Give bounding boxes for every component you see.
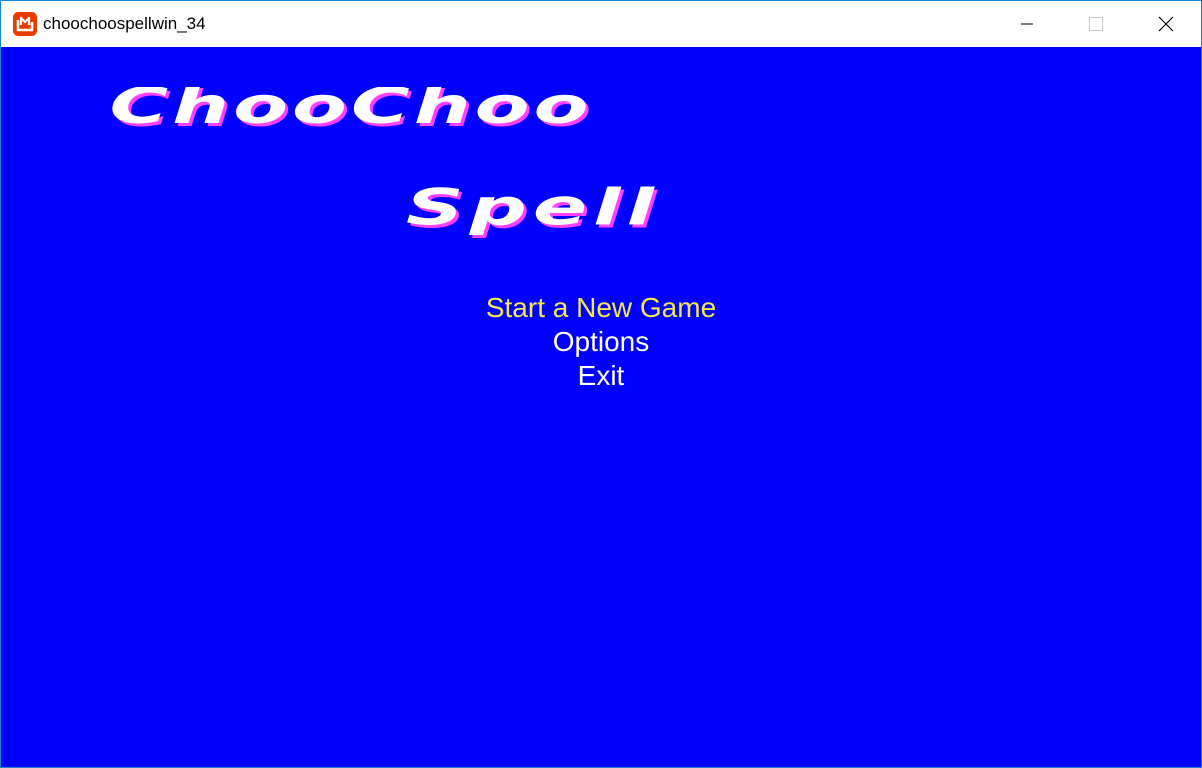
menu-item-start-new-game[interactable]: Start a New Game bbox=[1, 291, 1201, 325]
maximize-icon bbox=[1089, 17, 1103, 31]
monogame-icon bbox=[13, 12, 37, 36]
menu-item-exit[interactable]: Exit bbox=[1, 359, 1201, 393]
menu-item-options[interactable]: Options bbox=[1, 325, 1201, 359]
logo-line2-face: Spell bbox=[406, 178, 660, 236]
maximize-button[interactable] bbox=[1073, 1, 1119, 47]
game-canvas[interactable]: ChooChoo ChooChoo Spell Spell Start a Ne… bbox=[1, 47, 1201, 767]
app-window: choochoospellwin_34 ChooChoo ChooChoo Sp… bbox=[0, 0, 1202, 768]
minimize-icon bbox=[1021, 23, 1033, 25]
close-icon bbox=[1158, 16, 1174, 32]
logo-line1-face: ChooChoo bbox=[109, 87, 592, 135]
game-logo: ChooChoo ChooChoo Spell Spell bbox=[109, 87, 660, 240]
title-bar[interactable]: choochoospellwin_34 bbox=[1, 1, 1201, 47]
minimize-button[interactable] bbox=[1004, 1, 1050, 47]
main-menu: Start a New Game Options Exit bbox=[1, 291, 1201, 393]
close-button[interactable] bbox=[1143, 1, 1189, 47]
window-title: choochoospellwin_34 bbox=[43, 14, 206, 33]
